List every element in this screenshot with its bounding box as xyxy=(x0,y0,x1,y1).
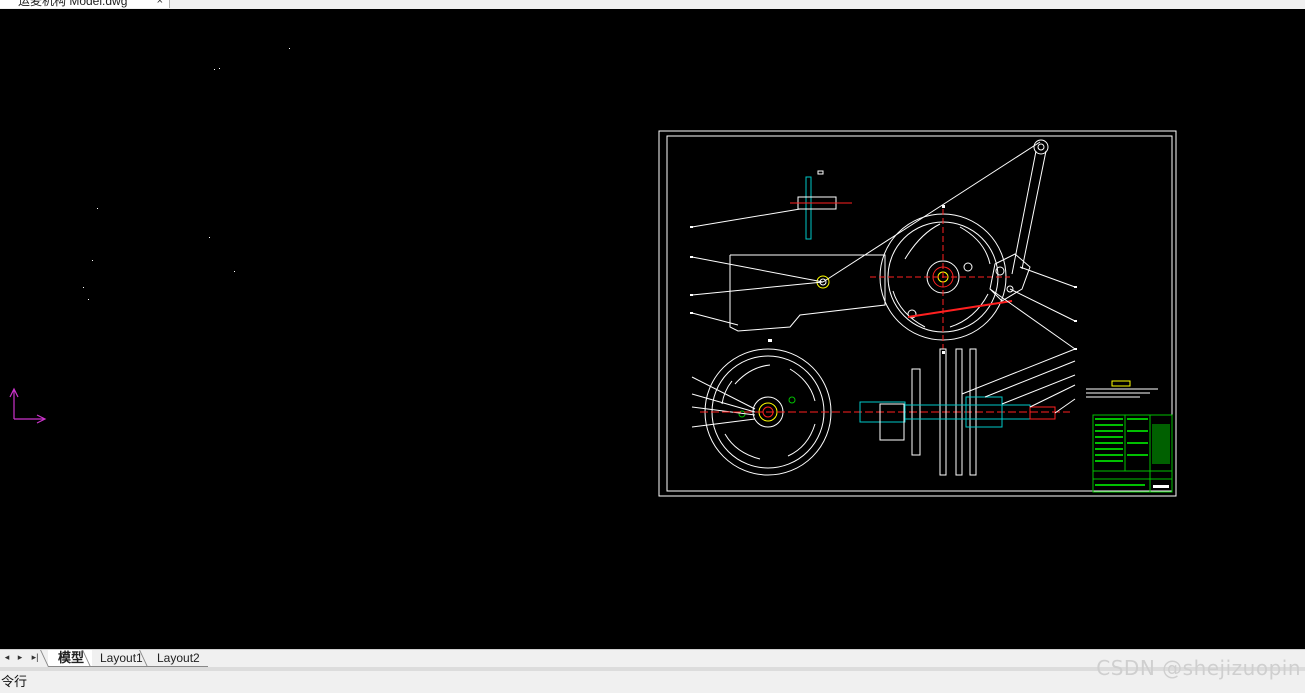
watermark: CSDN @shejizuopin xyxy=(1096,656,1301,680)
document-tab[interactable]: 运麦机构 Model.dwg × xyxy=(0,0,170,8)
main-view xyxy=(691,139,1076,350)
drawing-svg xyxy=(9,48,1177,497)
command-input[interactable] xyxy=(30,673,1034,692)
tab-layout2[interactable]: Layout2 xyxy=(147,650,208,667)
ucs-axis-icon xyxy=(9,387,47,424)
stray-points xyxy=(83,48,290,300)
close-icon[interactable]: × xyxy=(157,0,163,8)
first-layout-arrow-icon[interactable]: ◂ xyxy=(1,652,13,663)
last-layout-arrow-icon[interactable]: ▸| xyxy=(29,652,41,663)
drawing-sheet xyxy=(658,130,1177,497)
document-tab-bar: 运麦机构 Model.dwg × xyxy=(0,0,1305,9)
leader-marks xyxy=(690,205,1077,354)
title-block-rows xyxy=(1095,418,1170,488)
pin-detail xyxy=(691,170,852,240)
next-layout-arrow-icon[interactable]: ▸ xyxy=(14,652,26,663)
document-tab-title: 运麦机构 Model.dwg xyxy=(18,0,128,8)
drawing-canvas[interactable] xyxy=(0,9,1305,649)
command-line-label: 令行 xyxy=(1,674,28,689)
